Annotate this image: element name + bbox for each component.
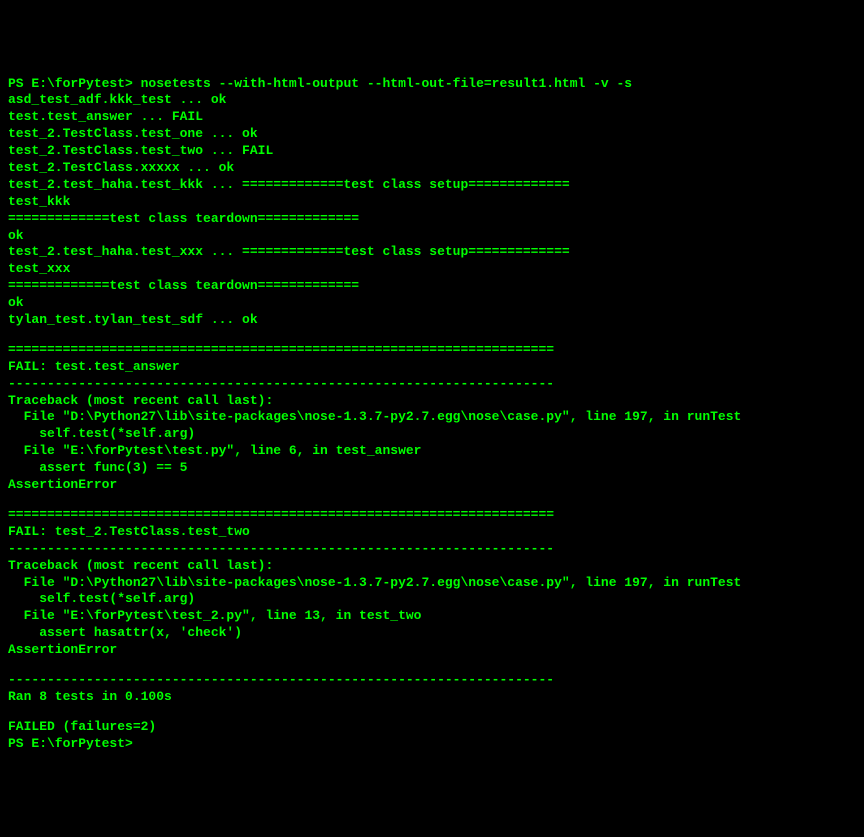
output-line: =============test class teardown========…	[8, 278, 856, 295]
output-line	[8, 706, 856, 719]
error-line: AssertionError	[8, 477, 856, 494]
command-line: PS E:\forPytest> nosetests --with-html-o…	[8, 76, 856, 93]
terminal-window[interactable]: PS E:\forPytest> nosetests --with-html-o…	[8, 76, 856, 753]
separator-line: ----------------------------------------…	[8, 376, 856, 393]
separator-line: ----------------------------------------…	[8, 541, 856, 558]
output-line: =============test class teardown========…	[8, 211, 856, 228]
output-line	[8, 659, 856, 672]
output-line: test_2.test_haha.test_kkk ... ==========…	[8, 177, 856, 194]
prompt: PS E:\forPytest>	[8, 76, 141, 91]
output-line: test_xxx	[8, 261, 856, 278]
command-text: nosetests --with-html-output --html-out-…	[141, 76, 632, 91]
result-line: FAILED (failures=2)	[8, 719, 856, 736]
traceback-line: File "D:\Python27\lib\site-packages\nose…	[8, 409, 856, 426]
traceback-line: self.test(*self.arg)	[8, 591, 856, 608]
traceback-line: Traceback (most recent call last):	[8, 558, 856, 575]
output-line: test_kkk	[8, 194, 856, 211]
output-line: ok	[8, 228, 856, 245]
output-line: test_2.TestClass.xxxxx ... ok	[8, 160, 856, 177]
output-line	[8, 494, 856, 507]
fail-header: FAIL: test.test_answer	[8, 359, 856, 376]
traceback-line: File "E:\forPytest\test_2.py", line 13, …	[8, 608, 856, 625]
prompt: PS E:\forPytest>	[8, 736, 141, 751]
summary-line: Ran 8 tests in 0.100s	[8, 689, 856, 706]
separator-line: ========================================…	[8, 507, 856, 524]
traceback-line: File "D:\Python27\lib\site-packages\nose…	[8, 575, 856, 592]
error-line: AssertionError	[8, 642, 856, 659]
separator-line: ----------------------------------------…	[8, 672, 856, 689]
output-line: tylan_test.tylan_test_sdf ... ok	[8, 312, 856, 329]
traceback-line: assert func(3) == 5	[8, 460, 856, 477]
output-line: test_2.TestClass.test_one ... ok	[8, 126, 856, 143]
output-line: asd_test_adf.kkk_test ... ok	[8, 92, 856, 109]
traceback-line: assert hasattr(x, 'check')	[8, 625, 856, 642]
separator-line: ========================================…	[8, 342, 856, 359]
output-line	[8, 329, 856, 342]
output-line: test_2.test_haha.test_xxx ... ==========…	[8, 244, 856, 261]
traceback-line: File "E:\forPytest\test.py", line 6, in …	[8, 443, 856, 460]
output-line: test.test_answer ... FAIL	[8, 109, 856, 126]
output-line: test_2.TestClass.test_two ... FAIL	[8, 143, 856, 160]
traceback-line: Traceback (most recent call last):	[8, 393, 856, 410]
output-line: ok	[8, 295, 856, 312]
prompt-line[interactable]: PS E:\forPytest>	[8, 736, 856, 753]
fail-header: FAIL: test_2.TestClass.test_two	[8, 524, 856, 541]
traceback-line: self.test(*self.arg)	[8, 426, 856, 443]
